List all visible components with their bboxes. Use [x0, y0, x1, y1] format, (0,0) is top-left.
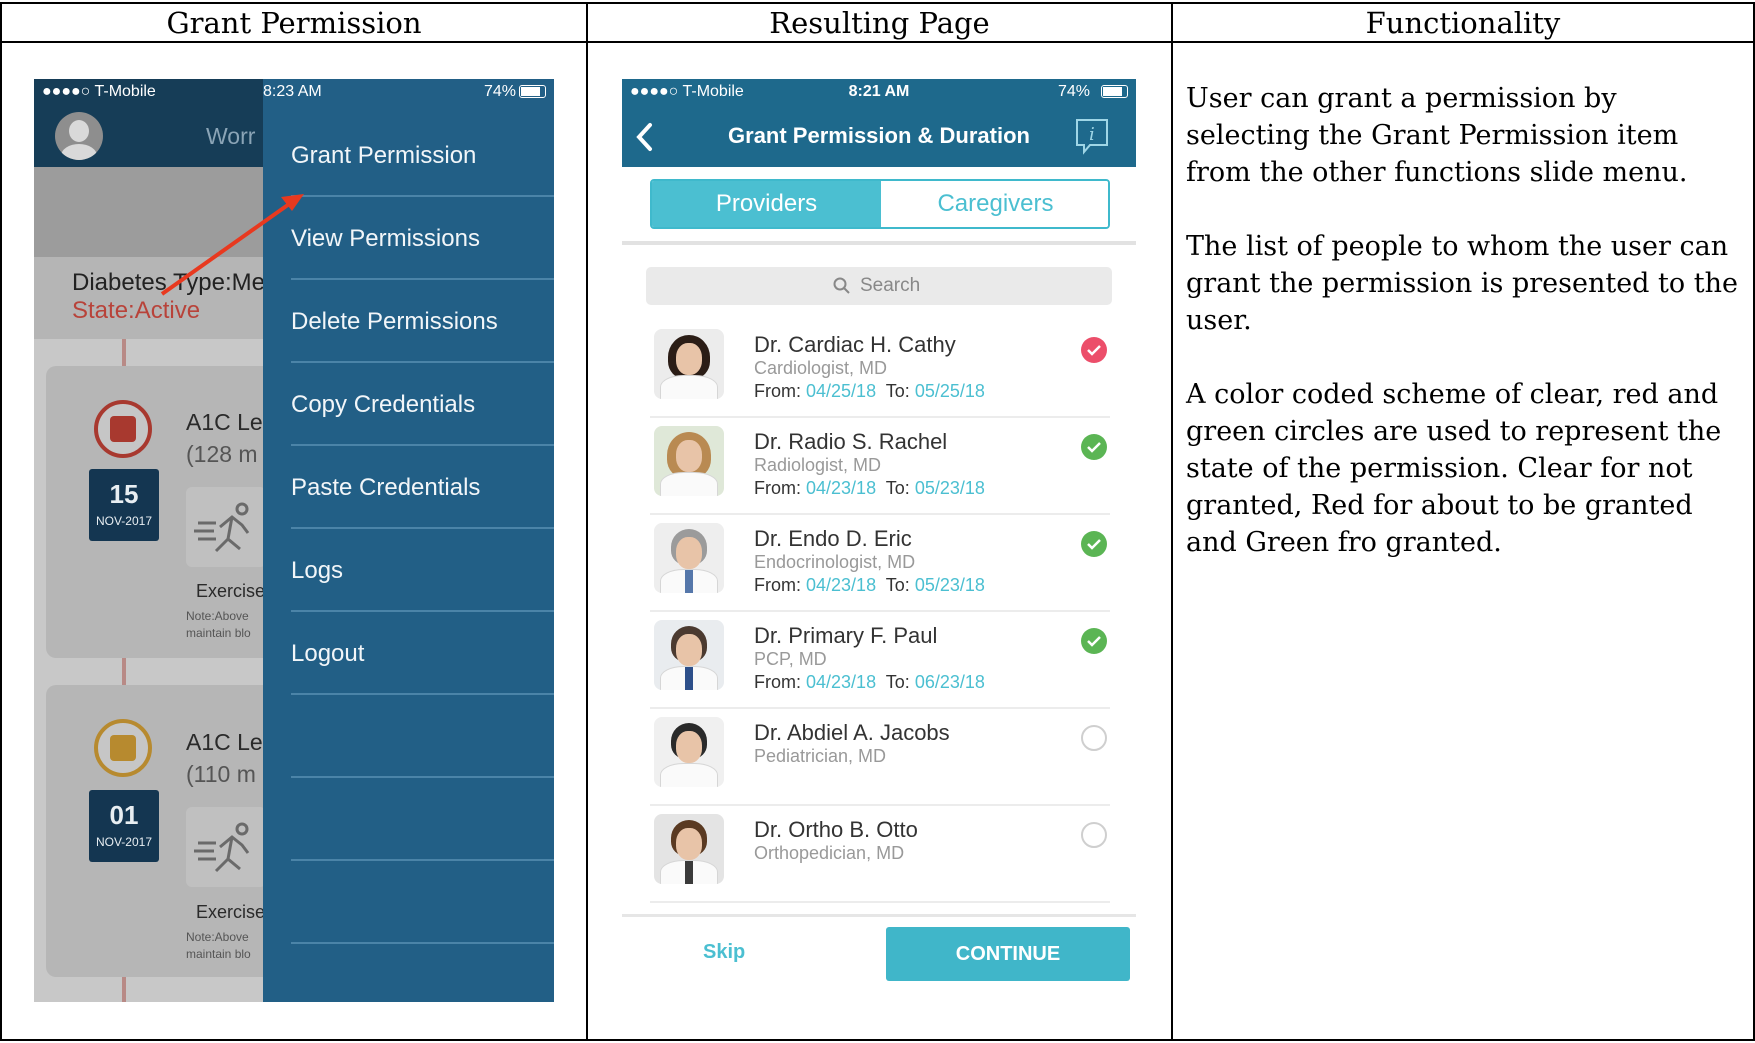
- segmented-control: Providers Caregivers: [650, 179, 1110, 229]
- column-header-functionality: Functionality: [1365, 6, 1561, 40]
- tab-providers[interactable]: Providers: [652, 181, 881, 227]
- tab-caregivers[interactable]: Caregivers: [881, 181, 1108, 227]
- functionality-description: User can grant a permission by selecting…: [1186, 80, 1746, 598]
- info-icon[interactable]: i: [1074, 117, 1110, 155]
- table-left-border: [0, 2, 2, 1041]
- to-date[interactable]: 06/23/18: [915, 672, 985, 692]
- search-placeholder: Search: [860, 275, 921, 296]
- permission-dates: From: 04/23/18 To: 05/23/18: [754, 575, 985, 596]
- to-label: To:: [885, 478, 910, 498]
- from-date[interactable]: 04/23/18: [806, 672, 876, 692]
- doctor-name: Dr. Abdiel A. Jacobs: [754, 720, 950, 745]
- avatar: [654, 329, 724, 399]
- to-label: To:: [885, 381, 910, 401]
- status-clear-circle-icon[interactable]: [1081, 725, 1107, 751]
- status-battery: 74%: [1057, 83, 1090, 100]
- permission-dates: From: 04/23/18 To: 06/23/18: [754, 672, 985, 693]
- doctor-name: Dr. Radio S. Rachel: [754, 429, 948, 454]
- list-item[interactable]: Dr. Ortho B. Otto Orthopedician, MD: [650, 806, 1110, 903]
- from-date[interactable]: 04/23/18: [806, 478, 876, 498]
- list-item[interactable]: Dr. Cardiac H. Cathy Cardiologist, MD Fr…: [650, 321, 1110, 418]
- list-item[interactable]: Dr. Primary F. Paul PCP, MD From: 04/23/…: [650, 612, 1110, 709]
- table-col-divider-1: [586, 2, 588, 1041]
- list-item[interactable]: Dr. Abdiel A. Jacobs Pediatrician, MD: [650, 709, 1110, 806]
- description-paragraph: The list of people to whom the user can …: [1186, 231, 1738, 336]
- to-label: To:: [885, 575, 910, 595]
- doctor-name: Dr. Cardiac H. Cathy: [754, 332, 956, 357]
- permission-dates: From: 04/23/18 To: 05/23/18: [754, 478, 985, 499]
- search-input[interactable]: Search: [646, 267, 1112, 305]
- annotation-arrow: [160, 194, 304, 296]
- slide-menu-screenshot: ●●●●○ T-Mobile Worr Diabetes Type:Me Sta…: [34, 79, 554, 1002]
- to-date[interactable]: 05/23/18: [915, 478, 985, 498]
- battery-icon: [1101, 85, 1128, 98]
- doctor-specialty: Radiologist, MD: [754, 455, 882, 475]
- table-bottom-border: [0, 1039, 1755, 1041]
- status-green-check-icon[interactable]: [1081, 628, 1107, 654]
- skip-button[interactable]: Skip: [703, 941, 745, 964]
- description-paragraph: User can grant a permission by selecting…: [1186, 83, 1688, 188]
- doctor-specialty: Cardiologist, MD: [754, 358, 888, 378]
- doctor-name: Dr. Endo D. Eric: [754, 526, 912, 551]
- status-red-check-icon[interactable]: [1081, 337, 1107, 363]
- doctor-specialty: Endocrinologist, MD: [754, 552, 916, 572]
- grant-permission-screenshot: ●●●●○ T-Mobile 8:21 AM 74% Grant Permiss…: [622, 79, 1136, 1002]
- permission-dates: From: 04/25/18 To: 05/25/18: [754, 381, 985, 402]
- table-col-divider-2: [1171, 2, 1173, 1041]
- from-label: From:: [754, 672, 801, 692]
- list-item[interactable]: Dr. Endo D. Eric Endocrinologist, MD Fro…: [650, 515, 1110, 612]
- column-header-resulting-page: Resulting Page: [769, 6, 990, 40]
- from-label: From:: [754, 575, 801, 595]
- from-label: From:: [754, 478, 801, 498]
- doctor-specialty: Orthopedician, MD: [754, 843, 905, 863]
- avatar: [654, 814, 724, 884]
- description-paragraph: A color coded scheme of clear, red and g…: [1186, 379, 1722, 558]
- status-clear-circle-icon[interactable]: [1081, 822, 1107, 848]
- search-icon: [833, 277, 850, 294]
- avatar: [654, 620, 724, 690]
- to-label: To:: [885, 672, 910, 692]
- status-green-check-icon[interactable]: [1081, 531, 1107, 557]
- doctor-specialty: PCP, MD: [754, 649, 827, 669]
- from-date[interactable]: 04/23/18: [806, 575, 876, 595]
- avatar: [654, 426, 724, 496]
- list-item[interactable]: Dr. Radio S. Rachel Radiologist, MD From…: [650, 418, 1110, 515]
- table-header-border: [0, 41, 1755, 43]
- avatar: [654, 523, 724, 593]
- to-date[interactable]: 05/25/18: [915, 381, 985, 401]
- svg-text:i: i: [1089, 124, 1095, 145]
- doctor-specialty: Pediatrician, MD: [754, 746, 887, 766]
- doctor-name: Dr. Primary F. Paul: [754, 623, 938, 648]
- status-green-check-icon[interactable]: [1081, 434, 1107, 460]
- page-title: Grant Permission & Duration: [728, 123, 1030, 148]
- avatar: [654, 717, 724, 787]
- to-date[interactable]: 05/23/18: [915, 575, 985, 595]
- doctor-name: Dr. Ortho B. Otto: [754, 817, 918, 842]
- column-header-grant-permission: Grant Permission: [166, 6, 422, 40]
- continue-button[interactable]: CONTINUE: [886, 927, 1130, 981]
- divider: [622, 241, 1136, 245]
- divider: [622, 914, 1136, 917]
- from-date[interactable]: 04/25/18: [806, 381, 876, 401]
- from-label: From:: [754, 381, 801, 401]
